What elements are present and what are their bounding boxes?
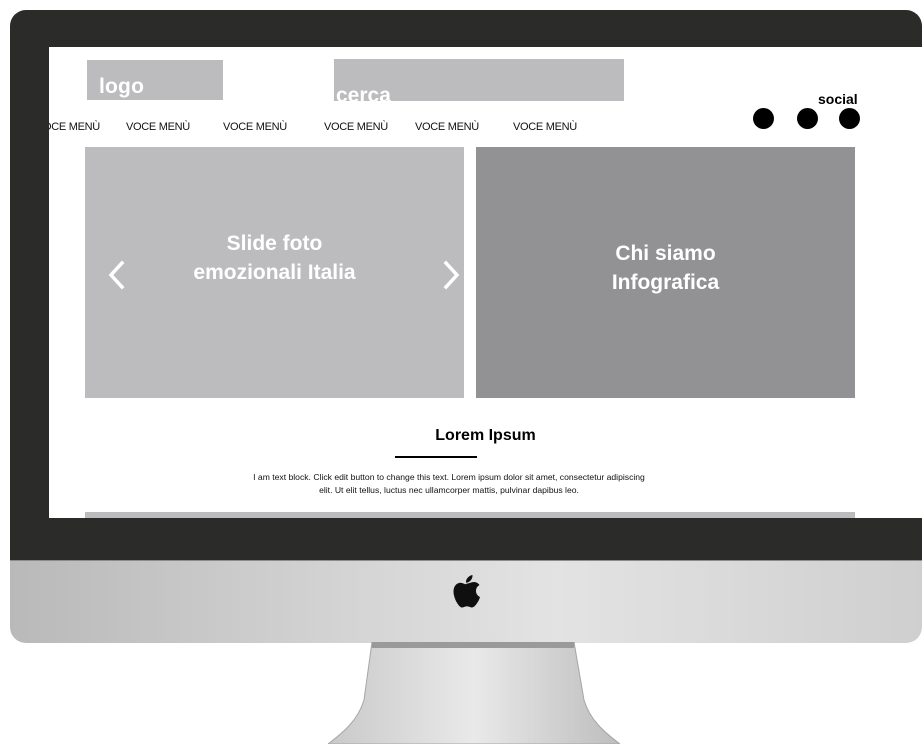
logo-placeholder[interactable]: logo <box>87 60 223 100</box>
text-block-line2: elit. Ut elit tellus, luctus nec ullamco… <box>319 485 579 495</box>
info-caption: Chi siamo Infografica <box>476 239 855 297</box>
section-title: Lorem Ipsum <box>435 427 536 444</box>
monitor-mockup: logo cerca VOCE MENÙ VOCE MENÙ VOCE MENÙ… <box>0 0 922 744</box>
menu-item-3[interactable]: VOCE MENÙ <box>223 121 287 133</box>
menu-item-2[interactable]: VOCE MENÙ <box>126 121 190 133</box>
slider-caption-line1: Slide foto <box>226 232 323 255</box>
title-underline <box>395 456 477 458</box>
social-icon-3[interactable] <box>839 108 860 129</box>
search-bar[interactable]: cerca <box>334 59 624 106</box>
slider-caption: Slide foto emozionali Italia <box>85 229 464 287</box>
website-wireframe: logo cerca VOCE MENÙ VOCE MENÙ VOCE MENÙ… <box>49 47 922 518</box>
logo-label: logo <box>99 75 145 98</box>
social-icon-1[interactable] <box>753 108 774 129</box>
search-label: cerca <box>336 84 391 107</box>
social-label: social <box>818 91 858 107</box>
chevron-left-icon[interactable] <box>105 260 129 290</box>
info-caption-line1: Chi siamo <box>615 242 716 265</box>
chevron-right-icon[interactable] <box>439 260 463 290</box>
info-caption-line2: Infografica <box>611 271 720 294</box>
monitor-stand <box>328 642 620 744</box>
text-block-line1: I am text block. Click edit button to ch… <box>253 472 645 482</box>
about-infographic-panel[interactable]: Chi siamo Infografica <box>476 147 855 398</box>
footer-placeholder-bar <box>85 512 855 518</box>
slider-caption-line2: emozionali Italia <box>193 261 356 284</box>
text-block: I am text block. Click edit button to ch… <box>209 471 689 497</box>
menu-item-4[interactable]: VOCE MENÙ <box>324 121 388 133</box>
menu-item-1[interactable]: VOCE MENÙ <box>49 121 100 133</box>
menu-item-5[interactable]: VOCE MENÙ <box>415 121 479 133</box>
menu-item-6[interactable]: VOCE MENÙ <box>513 121 577 133</box>
photo-slider[interactable]: Slide foto emozionali Italia <box>85 147 464 398</box>
social-icon-2[interactable] <box>797 108 818 129</box>
apple-logo-icon <box>453 575 480 608</box>
